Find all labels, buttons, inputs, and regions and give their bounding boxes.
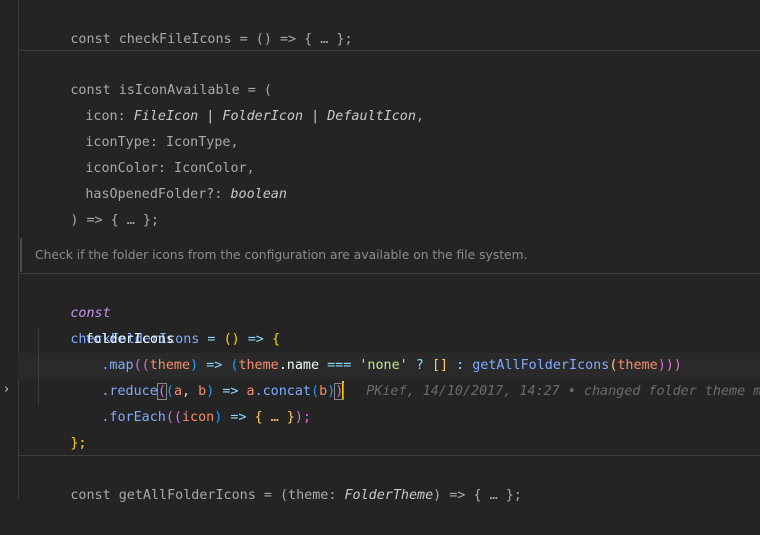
var-b: b [319, 384, 328, 399]
close-brace: }; [70, 436, 87, 451]
indent-gutter-line [18, 0, 19, 499]
doc-comment: Check if the folder icons from the confi… [35, 248, 528, 262]
code-line[interactable]: .map((theme) => (theme.name === 'none' ?… [53, 327, 682, 373]
code-line[interactable]: iconType: IconType, [37, 104, 238, 150]
paren: ) [214, 410, 231, 425]
code-text: const getAllFolderIcons = (theme: [70, 488, 345, 503]
block-separator [18, 273, 760, 274]
code-line[interactable]: icon: FileIcon | FolderIcon | DefaultIco… [37, 78, 424, 124]
code-line[interactable]: folderIcons [37, 301, 174, 347]
code-text: , [415, 109, 424, 124]
paren: ); [294, 410, 311, 425]
code-line[interactable]: const checkFolderIcons = () => { [22, 275, 280, 347]
paren: ( [311, 384, 320, 399]
folded-body[interactable]: { … } [255, 410, 295, 425]
block-separator [18, 455, 760, 456]
code-text: const checkFileIcons = () => { … }; [70, 32, 353, 47]
code-editor[interactable]: const checkFileIcons = () => { … }; cons… [0, 0, 760, 503]
code-line[interactable]: const checkFileIcons = () => { … }; [22, 1, 352, 47]
paren: ) [327, 384, 336, 399]
chevron-right-icon[interactable]: › [4, 382, 9, 397]
type-text: boolean [230, 187, 287, 202]
method-foreach: .forEach [101, 410, 166, 425]
code-line[interactable]: const isIconAvailable = ( [22, 52, 272, 98]
code-line[interactable]: }; [22, 405, 86, 451]
code-line[interactable]: iconColor: IconColor, [37, 130, 254, 176]
code-line[interactable]: hasOpenedFolder?: boolean [37, 156, 287, 202]
code-text: ) => { … }; [70, 213, 160, 228]
paren: (( [165, 410, 182, 425]
code-line[interactable]: .forEach((icon) => { … }); [53, 379, 311, 425]
type-text: FolderTheme [344, 488, 434, 503]
code-text: ) => { … }; [433, 488, 522, 503]
git-blame-annotation: PKief, 14/10/2017, 14:27 • changed folde… [366, 384, 760, 399]
doc-comment-bar [20, 238, 22, 272]
code-line[interactable]: const getAllFolderIcons = (theme: Folder… [22, 457, 521, 503]
code-line[interactable]: .reduce((a, b) => a.concat(b)) PKief, 14/… [53, 353, 760, 400]
param-icon: icon [182, 410, 215, 425]
arrow: => [230, 410, 247, 425]
code-line[interactable]: ) => { … }; [22, 182, 159, 228]
text-cursor [342, 381, 345, 399]
block-separator [18, 50, 760, 51]
